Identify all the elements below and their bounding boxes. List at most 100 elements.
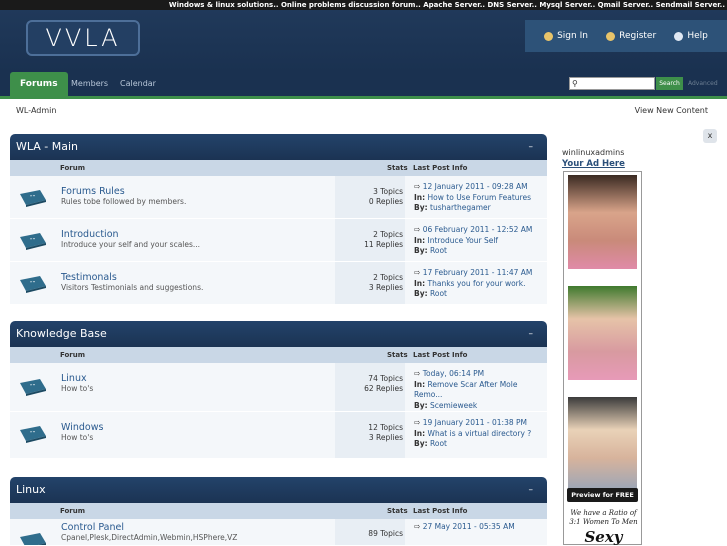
replies-count: 11 Replies bbox=[364, 240, 403, 249]
breadcrumb[interactable]: WL-Admin bbox=[16, 106, 56, 115]
last-post-info: ⇨ 12 January 2011 - 09:28 AM In: How to … bbox=[414, 182, 544, 214]
last-post-topic[interactable]: Remove Scar After Mole Remo... bbox=[414, 380, 517, 400]
post-arrow-icon[interactable]: ⇨ bbox=[414, 268, 420, 277]
forum-title[interactable]: Testimonals bbox=[61, 272, 117, 283]
close-sidebar-button[interactable]: x bbox=[703, 129, 717, 143]
site-logo[interactable]: VVLA bbox=[26, 20, 140, 56]
marquee-banner: Windows & linux solutions.. Online probl… bbox=[0, 0, 727, 10]
category-header[interactable]: Knowledge Base – bbox=[10, 321, 547, 347]
category-header[interactable]: WLA - Main – bbox=[10, 134, 547, 160]
forum-description: Visitors Testimonials and suggestions. bbox=[61, 283, 204, 292]
category-title: WLA - Main bbox=[16, 140, 79, 153]
post-arrow-icon[interactable]: ⇨ bbox=[414, 369, 420, 378]
last-post-topic[interactable]: Thanks you for your work. bbox=[428, 279, 526, 288]
last-post-author[interactable]: Scemieweek bbox=[430, 401, 477, 410]
last-post-topic[interactable]: How to Use Forum Features bbox=[428, 193, 531, 202]
collapse-icon[interactable]: – bbox=[529, 134, 534, 160]
in-label: In: bbox=[414, 235, 426, 245]
ad-banner[interactable]: Preview for FREE We have a Ratio of 3:1 … bbox=[563, 171, 642, 546]
your-ad-here-link[interactable]: Your Ad Here bbox=[562, 159, 625, 169]
collapse-icon[interactable]: – bbox=[529, 321, 534, 347]
collapse-icon[interactable]: – bbox=[529, 477, 534, 503]
search-button[interactable]: Search bbox=[656, 77, 683, 90]
forum-row: “” Linux How to's 74 Topics 62 Replies ⇨ … bbox=[10, 363, 547, 412]
ad-photo[interactable] bbox=[568, 286, 637, 380]
col-stats: Stats bbox=[387, 351, 408, 359]
last-post-date[interactable]: 12 January 2011 - 09:28 AM bbox=[423, 182, 528, 191]
forum-title[interactable]: Introduction bbox=[61, 229, 119, 240]
forum-row: “” Forums Rules Rules tobe followed by m… bbox=[10, 176, 547, 219]
forum-stats: 74 Topics 62 Replies bbox=[335, 363, 405, 411]
advanced-search-link[interactable]: Advanced bbox=[688, 80, 718, 87]
topics-count: 74 Topics bbox=[368, 374, 403, 383]
last-post-topic[interactable]: Introduce Your Self bbox=[428, 236, 499, 245]
user-links: Sign In Register Help bbox=[525, 20, 727, 52]
ad-photo[interactable] bbox=[568, 175, 637, 269]
search-input[interactable]: ⚲ bbox=[569, 77, 655, 90]
last-post-date[interactable]: 19 January 2011 - 01:38 PM bbox=[423, 418, 527, 427]
category-header[interactable]: Linux – bbox=[10, 477, 547, 503]
preview-free-button[interactable]: Preview for FREE bbox=[567, 488, 638, 502]
forum-title[interactable]: Windows bbox=[61, 422, 103, 433]
tab-forums[interactable]: Forums bbox=[10, 72, 68, 96]
forum-icon: “” bbox=[20, 233, 46, 250]
col-stats: Stats bbox=[387, 164, 408, 172]
help-link[interactable]: Help bbox=[674, 31, 708, 41]
svg-text:“”: “” bbox=[30, 238, 36, 244]
col-forum: Forum bbox=[60, 351, 86, 359]
post-arrow-icon[interactable]: ⇨ bbox=[414, 182, 420, 191]
topics-count: 12 Topics bbox=[368, 423, 403, 432]
tab-members[interactable]: Members bbox=[71, 72, 108, 96]
post-arrow-icon[interactable]: ⇨ bbox=[414, 225, 420, 234]
help-icon bbox=[674, 31, 684, 41]
last-post-info: ⇨ Today, 06:14 PM In: Remove Scar After … bbox=[414, 369, 524, 411]
last-post-author[interactable]: Root bbox=[430, 289, 447, 298]
forum-title[interactable]: Control Panel bbox=[61, 522, 124, 533]
help-label: Help bbox=[687, 31, 708, 41]
pencil-icon bbox=[606, 31, 616, 41]
by-label: By: bbox=[414, 400, 428, 410]
sign-in-label: Sign In bbox=[557, 31, 588, 41]
forum-icon bbox=[20, 533, 46, 545]
forum-stats: 89 Topics bbox=[335, 519, 405, 545]
category-title: Knowledge Base bbox=[16, 327, 107, 340]
forum-row: Control Panel Cpanel,Plesk,DirectAdmin,W… bbox=[10, 519, 547, 546]
col-last-post: Last Post Info bbox=[413, 507, 468, 515]
by-label: By: bbox=[414, 289, 428, 298]
last-post-topic[interactable]: What is a virtual directory ? bbox=[428, 429, 532, 438]
forum-icon: “” bbox=[20, 190, 46, 207]
in-label: In: bbox=[414, 192, 426, 202]
sign-in-link[interactable]: Sign In bbox=[544, 31, 588, 41]
last-post-author[interactable]: tusharthegamer bbox=[430, 203, 491, 212]
last-post-author[interactable]: Root bbox=[430, 246, 447, 255]
tab-calendar[interactable]: Calendar bbox=[120, 72, 156, 96]
ad-photo[interactable] bbox=[568, 397, 637, 491]
forum-title[interactable]: Linux bbox=[61, 373, 87, 384]
topics-count: 2 Topics bbox=[373, 273, 403, 282]
register-link[interactable]: Register bbox=[606, 31, 656, 41]
forum-stats: 2 Topics 11 Replies bbox=[335, 219, 405, 261]
key-icon bbox=[544, 31, 554, 41]
topics-count: 89 Topics bbox=[368, 529, 403, 538]
view-new-content-link[interactable]: View New Content bbox=[635, 106, 708, 115]
last-post-date[interactable]: 06 February 2011 - 12:52 AM bbox=[423, 225, 533, 234]
category-title: Linux bbox=[16, 483, 46, 496]
in-label: In: bbox=[414, 428, 426, 438]
last-post-date[interactable]: 27 May 2011 - 05:35 AM bbox=[423, 522, 515, 531]
last-post-date[interactable]: 17 February 2011 - 11:47 AM bbox=[423, 268, 533, 277]
forum-title[interactable]: Forums Rules bbox=[61, 186, 125, 197]
post-arrow-icon[interactable]: ⇨ bbox=[414, 418, 420, 427]
last-post-author[interactable]: Root bbox=[430, 439, 447, 448]
replies-count: 0 Replies bbox=[368, 197, 403, 206]
col-forum: Forum bbox=[60, 164, 86, 172]
last-post-info: ⇨ 19 January 2011 - 01:38 PM In: What is… bbox=[414, 418, 544, 450]
forum-description: Cpanel,Plesk,DirectAdmin,Webmin,HSPhere,… bbox=[61, 533, 238, 542]
svg-text:“”: “” bbox=[30, 195, 36, 201]
forum-description: Rules tobe followed by members. bbox=[61, 197, 187, 206]
post-arrow-icon[interactable]: ⇨ bbox=[414, 522, 420, 531]
forum-stats: 3 Topics 0 Replies bbox=[335, 176, 405, 218]
svg-text:“”: “” bbox=[30, 431, 36, 437]
column-header: Forum Stats Last Post Info bbox=[10, 160, 547, 176]
col-last-post: Last Post Info bbox=[413, 351, 468, 359]
last-post-date[interactable]: Today, 06:14 PM bbox=[423, 369, 484, 378]
